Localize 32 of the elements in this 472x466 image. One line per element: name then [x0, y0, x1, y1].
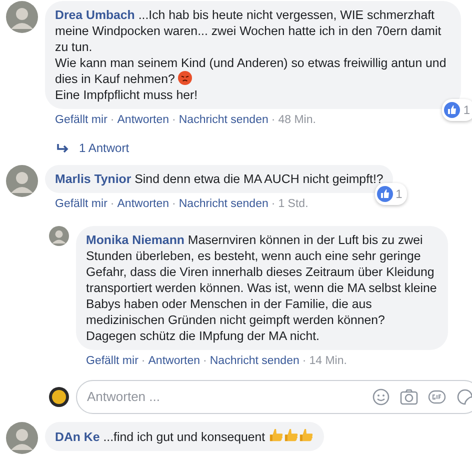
reaction-count: 1	[396, 186, 402, 204]
reply-field[interactable]: Antworten ...	[76, 380, 472, 414]
author-link[interactable]: Monika Niemann	[86, 232, 184, 246]
replies-link[interactable]: 1 Antwort	[45, 139, 461, 158]
author-link[interactable]: Marlis Tynior	[55, 172, 132, 186]
separator: ·	[110, 197, 114, 212]
reaction-count: 1	[463, 102, 470, 119]
action-link[interactable]: Nachricht senden	[178, 112, 268, 130]
author-link[interactable]: Drea Umbach	[55, 8, 135, 22]
separator: ·	[172, 197, 176, 212]
action-link[interactable]: Antworten	[117, 196, 170, 214]
reply-input[interactable]: Antworten ...	[87, 387, 372, 406]
action-link[interactable]: Gefällt mir	[55, 196, 108, 214]
timestamp: 1 Std.	[278, 197, 308, 212]
separator: ·	[172, 113, 176, 128]
action-link[interactable]: Antworten	[148, 352, 200, 370]
separator: ·	[302, 354, 306, 368]
author-link[interactable]: DAn Ke	[55, 430, 100, 444]
action-link[interactable]: Gefällt mir	[86, 352, 138, 370]
separator: ·	[203, 354, 207, 368]
comment-text: Monika Niemann Masernviren können in der Luft bis zu zwei Stunden überleben, es besteht, wenn auch eine sehr geringe Gefahr, dass die Viren innerhalb dieses Zeitraum über Kleidung transportiert werden können. Was ist, wenn die MA selbst kleine Babys haben oder Menschen in der Familie, die aus medizinischen Gründen nicht geimpft werden können? Dagegen schütz die IMpfung der MA nicht.	[86, 232, 438, 344]
timestamp: 48 Min.	[278, 113, 316, 128]
action-link[interactable]: Nachricht senden	[178, 196, 268, 214]
separator: ·	[110, 113, 114, 128]
action-link[interactable]: Gefällt mir	[55, 112, 108, 130]
separator: ·	[271, 113, 276, 128]
action-link[interactable]: Antworten	[117, 112, 170, 130]
comment-text: DAn Ke ...find ich gut und konsequent	[55, 428, 314, 445]
timestamp: 14 Min.	[309, 354, 347, 368]
separator: ·	[271, 197, 276, 212]
action-link[interactable]: Nachricht senden	[210, 352, 300, 370]
separator: ·	[141, 354, 146, 368]
